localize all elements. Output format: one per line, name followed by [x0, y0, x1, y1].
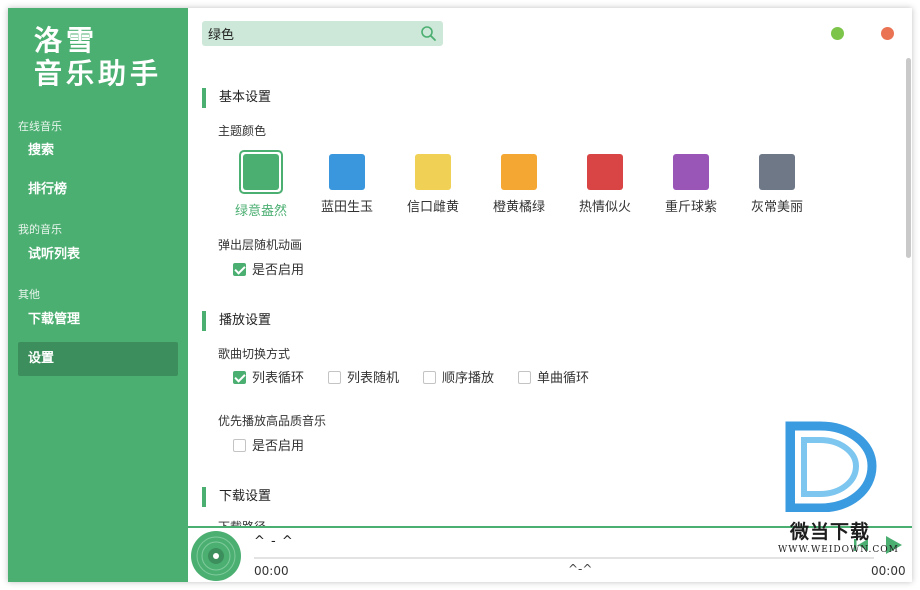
checkbox-icon — [233, 439, 246, 452]
nav-group-other: 其他 — [18, 288, 40, 301]
checkbox-label: 列表循环 — [252, 371, 305, 386]
scrollbar[interactable] — [906, 58, 911, 258]
logo-line-2: 音乐助手 — [34, 57, 163, 90]
swatch-color — [587, 154, 623, 190]
checkbox-icon — [328, 371, 341, 384]
theme-swatch-orange[interactable]: 橙黄橘绿 — [476, 150, 562, 215]
nav-group-online-music: 在线音乐 — [18, 120, 62, 133]
swatch-color — [759, 154, 795, 190]
nav-group-my-music: 我的音乐 — [18, 223, 62, 236]
section-title-download: 下载设置 — [202, 487, 271, 507]
current-time: 00:00 — [254, 564, 289, 578]
theme-swatch-red[interactable]: 热情似火 — [562, 150, 648, 215]
section-title-playback: 播放设置 — [202, 311, 271, 331]
theme-swatch-purple[interactable]: 重斤球紫 — [648, 150, 734, 215]
theme-color-label: 主题颜色 — [218, 124, 267, 138]
app-logo: 洛雪 音乐助手 — [34, 24, 162, 90]
theme-swatch-green[interactable]: 绿意盎然 — [218, 150, 304, 219]
app-window: 洛雪 音乐助手 在线音乐 搜索 排行榜 我的音乐 试听列表 其他 下载管理 设置… — [8, 8, 912, 582]
checkbox-icon — [518, 371, 531, 384]
theme-label: 重斤球紫 — [664, 200, 717, 215]
track-title: ^ - ^ — [254, 534, 294, 549]
switch-option-sequential[interactable]: 顺序播放 — [423, 370, 494, 388]
theme-label: 灰常美丽 — [750, 200, 803, 215]
theme-swatch-gray[interactable]: 灰常美丽 — [734, 150, 820, 215]
checkbox-label: 列表随机 — [347, 371, 400, 386]
section-title-basic: 基本设置 — [202, 88, 271, 108]
swatch-color — [673, 154, 709, 190]
theme-swatch-blue[interactable]: 蓝田生玉 — [304, 150, 390, 215]
swatch-color — [243, 154, 279, 190]
search-box — [202, 21, 443, 46]
checkbox-label: 顺序播放 — [442, 371, 495, 386]
watermark-logo-icon — [785, 421, 877, 512]
progress-bar[interactable] — [254, 557, 874, 559]
popup-anim-checkbox[interactable]: 是否启用 — [233, 262, 304, 280]
sidebar-item-downloads[interactable]: 下载管理 — [18, 303, 178, 337]
search-input[interactable] — [208, 21, 408, 46]
checkbox-label: 是否启用 — [252, 263, 305, 278]
theme-label: 信口雌黄 — [406, 200, 459, 215]
sidebar-item-settings[interactable]: 设置 — [18, 342, 178, 376]
search-icon[interactable] — [420, 25, 437, 42]
hq-label: 优先播放高品质音乐 — [218, 414, 327, 428]
theme-label: 热情似火 — [578, 200, 631, 215]
watermark-url: WWW.WEIDOWN.COM — [778, 545, 899, 555]
checkbox-label: 单曲循环 — [537, 371, 590, 386]
logo-line-1: 洛雪 — [34, 24, 99, 57]
checkbox-icon — [423, 371, 436, 384]
swatch-selected-frame — [239, 150, 283, 194]
swatch-color — [329, 154, 365, 190]
sidebar: 洛雪 音乐助手 在线音乐 搜索 排行榜 我的音乐 试听列表 其他 下载管理 设置 — [8, 8, 188, 582]
hq-checkbox[interactable]: 是否启用 — [233, 438, 304, 456]
switch-option-list-random[interactable]: 列表随机 — [328, 370, 399, 388]
checkbox-checked-icon — [233, 371, 246, 384]
theme-swatch-yellow[interactable]: 信口雌黄 — [390, 150, 476, 215]
checkbox-checked-icon — [233, 263, 246, 276]
theme-label: 橙黄橘绿 — [492, 200, 545, 215]
swatch-color — [501, 154, 537, 190]
sidebar-item-listen-list[interactable]: 试听列表 — [18, 238, 178, 272]
popup-anim-label: 弹出层随机动画 — [218, 238, 303, 252]
disc-icon[interactable] — [190, 530, 242, 582]
switch-option-single-loop[interactable]: 单曲循环 — [518, 370, 589, 388]
switch-option-list-loop[interactable]: 列表循环 — [233, 370, 304, 388]
player-center-text: ^-^ — [568, 562, 593, 576]
sidebar-item-search[interactable]: 搜索 — [18, 134, 178, 168]
theme-label: 蓝田生玉 — [320, 200, 373, 215]
minimize-button[interactable] — [831, 27, 844, 40]
theme-label: 绿意盎然 — [234, 204, 287, 219]
swatch-color — [415, 154, 451, 190]
switch-mode-label: 歌曲切换方式 — [218, 347, 291, 361]
checkbox-label: 是否启用 — [252, 439, 305, 454]
total-time: 00:00 — [871, 564, 906, 578]
sidebar-item-charts[interactable]: 排行榜 — [18, 173, 178, 207]
watermark-name: 微当下载 — [790, 521, 871, 543]
close-button[interactable] — [881, 27, 894, 40]
